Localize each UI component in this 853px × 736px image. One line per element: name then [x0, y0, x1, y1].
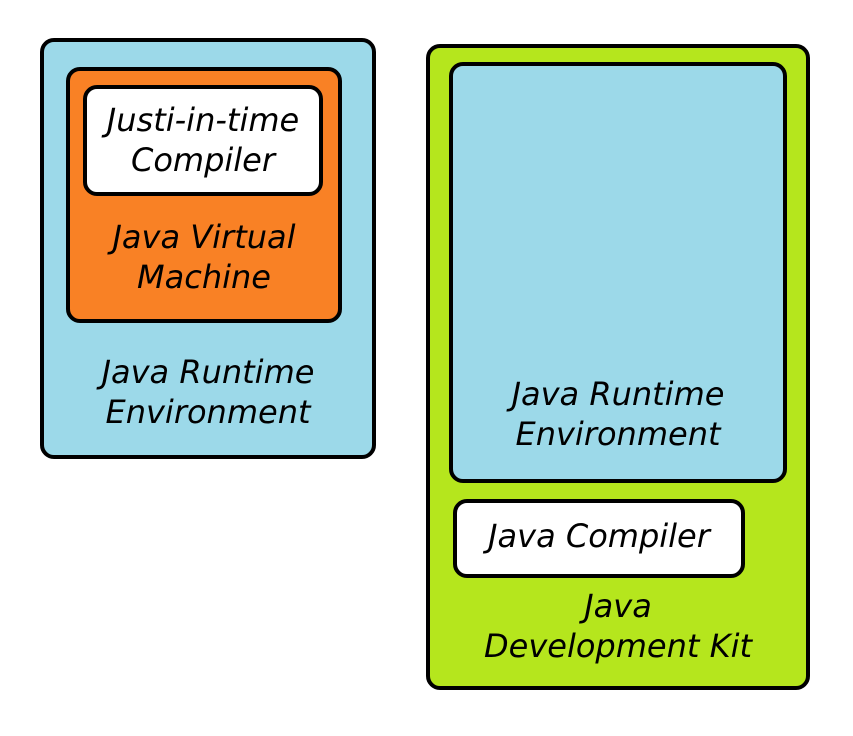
jre-label-left: Java Runtime Environment: [101, 353, 315, 431]
jre-label-right: Java Runtime Environment: [511, 375, 725, 453]
java-compiler-label: Java Compiler: [488, 517, 710, 555]
jit-compiler-label: Justi-in-time Compiler: [106, 101, 300, 179]
jdk-label: Java Development Kit: [483, 587, 752, 665]
jvm-label: Java Virtual Machine: [112, 218, 296, 296]
